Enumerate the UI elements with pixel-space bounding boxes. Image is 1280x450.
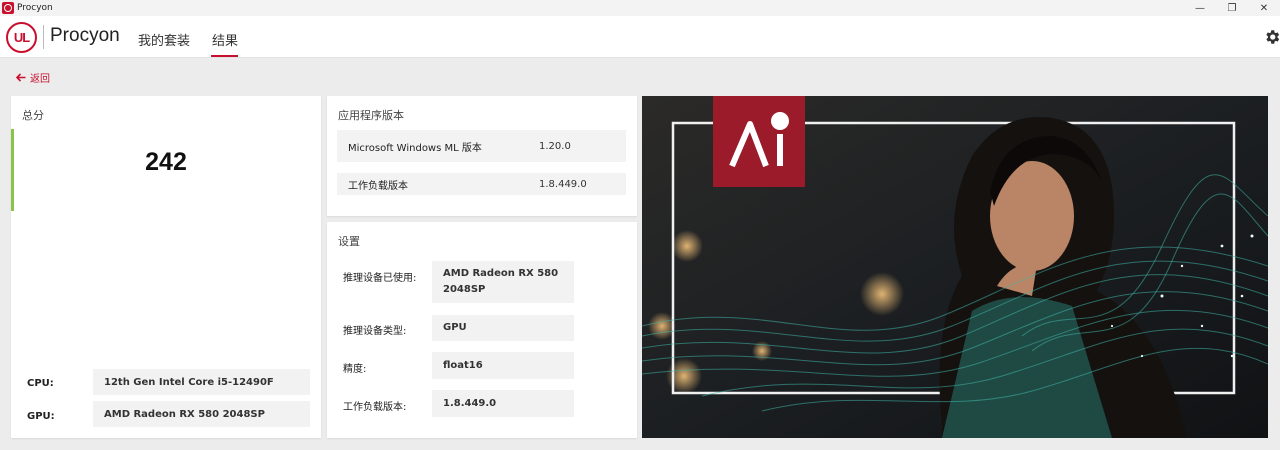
version-key: Microsoft Windows ML 版本 bbox=[348, 142, 482, 154]
hero-image bbox=[642, 96, 1268, 438]
setting-value: 1.8.449.0 bbox=[432, 390, 574, 417]
gear-icon[interactable] bbox=[1263, 28, 1280, 46]
setting-label: 精度: bbox=[343, 364, 367, 375]
window-title: Procyon bbox=[17, 3, 53, 13]
version-row: Microsoft Windows ML 版本 1.20.0 bbox=[337, 130, 626, 162]
brand-name: Procyon bbox=[50, 25, 120, 46]
title-bar: Procyon — ❐ ✕ bbox=[0, 0, 1280, 16]
setting-value-line: AMD Radeon RX 580 bbox=[443, 268, 559, 279]
window-controls: — ❐ ✕ bbox=[1184, 0, 1280, 16]
ul-logo: UL bbox=[6, 22, 37, 53]
version-key: 工作负载版本 bbox=[348, 180, 408, 192]
setting-label: 工作负载版本: bbox=[343, 402, 407, 413]
setting-label: 推理设备已使用: bbox=[343, 273, 417, 284]
setting-value-line: 2048SP bbox=[443, 284, 486, 295]
app-version-title: 应用程序版本 bbox=[338, 109, 404, 122]
setting-value: GPU bbox=[432, 315, 574, 341]
version-value: 1.20.0 bbox=[539, 140, 571, 152]
setting-value: float16 bbox=[432, 352, 574, 379]
back-link[interactable]: 返回 bbox=[16, 70, 50, 85]
active-tab-indicator bbox=[211, 55, 238, 57]
close-button[interactable]: ✕ bbox=[1248, 0, 1280, 16]
arrow-left-icon bbox=[16, 73, 26, 82]
setting-value: AMD Radeon RX 580 2048SP bbox=[432, 261, 574, 303]
setting-label: 推理设备类型: bbox=[343, 326, 407, 337]
score-panel: 总分 242 CPU: 12th Gen Intel Core i5-12490… bbox=[11, 96, 321, 438]
settings-panel: 设置 推理设备已使用: AMD Radeon RX 580 2048SP 推理设… bbox=[327, 222, 637, 438]
settings-title: 设置 bbox=[338, 235, 360, 248]
restore-button[interactable]: ❐ bbox=[1216, 0, 1248, 16]
minimize-button[interactable]: — bbox=[1184, 0, 1216, 16]
cpu-label: CPU: bbox=[27, 378, 54, 389]
hero-illustration bbox=[642, 96, 1268, 438]
score-title: 总分 bbox=[22, 109, 44, 122]
tab-results[interactable]: 结果 bbox=[212, 30, 238, 49]
cpu-value: 12th Gen Intel Core i5-12490F bbox=[93, 369, 310, 395]
app-version-panel: 应用程序版本 Microsoft Windows ML 版本 1.20.0 工作… bbox=[327, 96, 637, 216]
app-header: UL Procyon 我的套装 结果 bbox=[0, 16, 1280, 58]
gpu-value: AMD Radeon RX 580 2048SP bbox=[93, 401, 310, 427]
app-icon bbox=[2, 2, 14, 14]
version-row: 工作负载版本 1.8.449.0 bbox=[337, 173, 626, 195]
gpu-label: GPU: bbox=[27, 411, 55, 422]
logo-divider bbox=[43, 25, 44, 49]
overall-score: 242 bbox=[145, 148, 187, 176]
tab-my-suites[interactable]: 我的套装 bbox=[138, 30, 190, 49]
back-label: 返回 bbox=[30, 74, 50, 85]
version-value: 1.8.449.0 bbox=[539, 178, 587, 190]
